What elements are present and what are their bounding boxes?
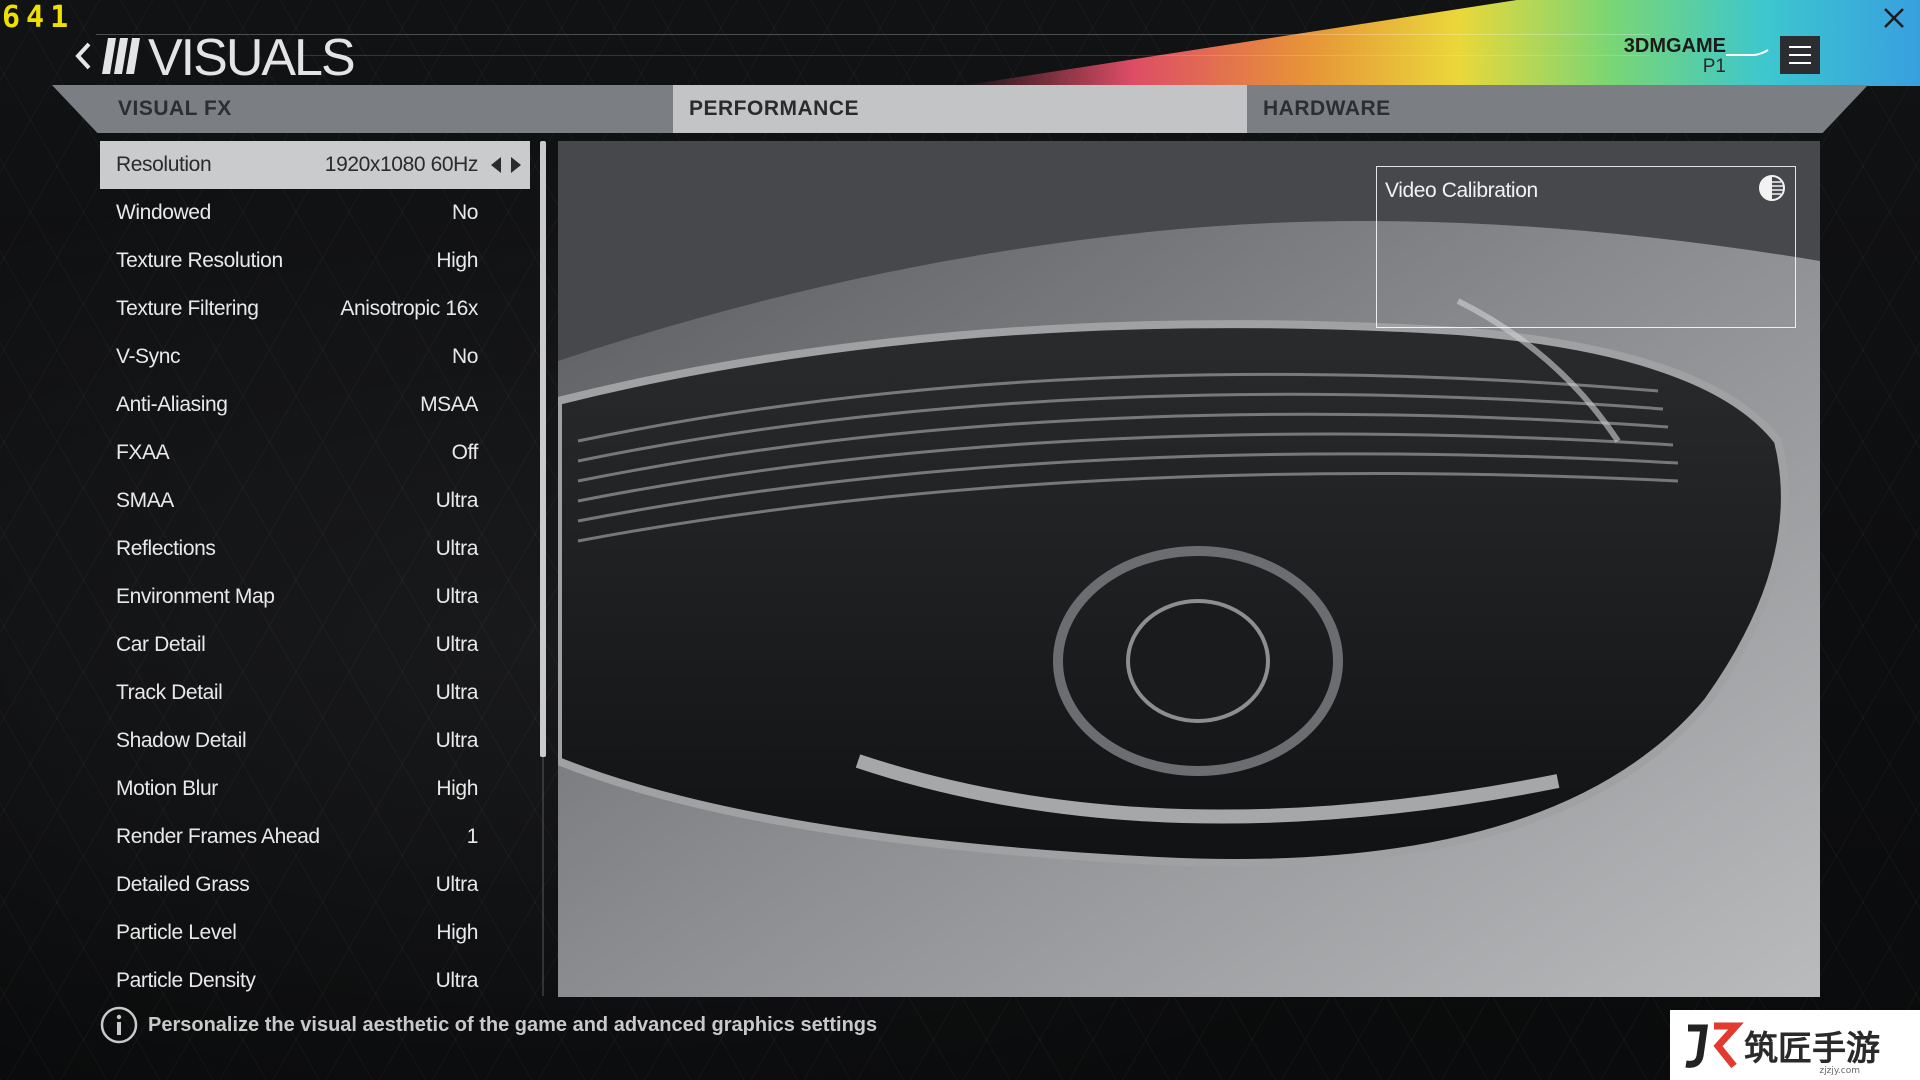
setting-row-smaa[interactable]: SMAA Ultra xyxy=(100,477,530,525)
profile-name: 3DMGAME xyxy=(1623,35,1726,57)
setting-value: Ultra xyxy=(435,633,479,656)
close-icon[interactable] xyxy=(1880,4,1908,32)
setting-value: 1920x1080 60Hz xyxy=(324,153,479,176)
setting-value: MSAA xyxy=(420,393,478,416)
info-icon xyxy=(100,1006,138,1044)
setting-value: Off xyxy=(451,441,479,464)
footer-hint: Personalize the visual aesthetic of the … xyxy=(148,1014,878,1036)
setting-value: High xyxy=(436,249,478,272)
setting-label: Windowed xyxy=(116,201,211,224)
setting-label: FXAA xyxy=(116,441,170,464)
setting-label: Reflections xyxy=(116,537,216,560)
setting-value: Ultra xyxy=(435,489,479,512)
player-profile: 3DMGAME P1 xyxy=(1624,36,1726,78)
watermark-logo-icon xyxy=(1685,1022,1744,1069)
game-logo-icon xyxy=(102,38,140,74)
menu-button[interactable] xyxy=(1780,36,1820,74)
setting-label: Texture Filtering xyxy=(116,297,259,320)
setting-label: Particle Density xyxy=(116,969,256,992)
setting-value: High xyxy=(436,921,478,944)
settings-list: Resolution 1920x1080 60Hz Windowed No Te… xyxy=(100,141,530,1005)
car-maker-logo-icon xyxy=(1726,49,1769,56)
setting-row-detailed-grass[interactable]: Detailed Grass Ultra xyxy=(100,861,530,909)
setting-row-render-frames-ahead[interactable]: Render Frames Ahead 1 xyxy=(100,813,530,861)
setting-row-vsync[interactable]: V-Sync No xyxy=(100,333,530,381)
setting-row-windowed[interactable]: Windowed No xyxy=(100,189,530,237)
setting-label: Shadow Detail xyxy=(116,729,247,752)
setting-label: Particle Level xyxy=(116,921,237,944)
watermark-url: zjzjy.com xyxy=(1819,1066,1860,1076)
setting-value: Ultra xyxy=(435,729,479,752)
setting-value: Ultra xyxy=(435,969,479,992)
setting-row-track-detail[interactable]: Track Detail Ultra xyxy=(100,669,530,717)
arrow-right-icon[interactable] xyxy=(510,156,522,174)
setting-row-particle-density[interactable]: Particle Density Ultra xyxy=(100,957,530,1005)
video-calibration-label: Video Calibration xyxy=(1385,179,1538,202)
header-divider-secondary xyxy=(300,55,1650,56)
setting-row-particle-level[interactable]: Particle Level High xyxy=(100,909,530,957)
arrow-left-icon[interactable] xyxy=(490,156,502,174)
scrollbar-thumb[interactable] xyxy=(540,141,546,757)
setting-row-car-detail[interactable]: Car Detail Ultra xyxy=(100,621,530,669)
brightness-contrast-icon xyxy=(1759,175,1785,201)
setting-label: Texture Resolution xyxy=(116,249,283,272)
tab-performance[interactable]: PERFORMANCE xyxy=(673,85,1247,133)
setting-row-reflections[interactable]: Reflections Ultra xyxy=(100,525,530,573)
setting-value: Ultra xyxy=(435,537,479,560)
setting-row-environment-map[interactable]: Environment Map Ultra xyxy=(100,573,530,621)
setting-label: Track Detail xyxy=(116,681,223,704)
setting-row-resolution[interactable]: Resolution 1920x1080 60Hz xyxy=(100,141,530,189)
hamburger-icon xyxy=(1789,54,1811,56)
chevron-left-icon xyxy=(75,42,91,70)
setting-label: Resolution xyxy=(116,153,212,176)
setting-value: High xyxy=(436,777,478,800)
setting-value: No xyxy=(451,201,478,224)
setting-label: Render Frames Ahead xyxy=(116,825,320,848)
video-calibration-panel[interactable]: Video Calibration xyxy=(1376,166,1796,328)
back-button[interactable] xyxy=(66,36,100,76)
setting-row-fxaa[interactable]: FXAA Off xyxy=(100,429,530,477)
setting-value: Ultra xyxy=(435,585,479,608)
setting-label: V-Sync xyxy=(116,345,181,368)
setting-label: Car Detail xyxy=(116,633,206,656)
setting-row-anti-aliasing[interactable]: Anti-Aliasing MSAA xyxy=(100,381,530,429)
tab-hardware[interactable]: HARDWARE xyxy=(1247,85,1817,133)
setting-value: Anisotropic 16x xyxy=(340,297,478,320)
setting-label: Anti-Aliasing xyxy=(116,393,228,416)
setting-value: No xyxy=(451,345,478,368)
setting-label: Environment Map xyxy=(116,585,275,608)
setting-value: Ultra xyxy=(435,873,479,896)
setting-label: Detailed Grass xyxy=(116,873,250,896)
profile-car: P1 xyxy=(1702,56,1726,77)
page-title: VISUALS xyxy=(148,29,356,87)
setting-label: SMAA xyxy=(116,489,174,512)
hamburger-icon xyxy=(1789,46,1811,48)
fps-counter: 641 xyxy=(2,0,75,35)
watermark-text: 筑匠手游 xyxy=(1744,1028,1880,1069)
setting-label: Motion Blur xyxy=(116,777,218,800)
watermark: 筑匠手游 zjzjy.com xyxy=(1670,1010,1920,1080)
tab-visual-fx[interactable]: VISUAL FX xyxy=(102,85,672,133)
hamburger-icon xyxy=(1789,62,1811,64)
setting-row-texture-resolution[interactable]: Texture Resolution High xyxy=(100,237,530,285)
setting-value: 1 xyxy=(466,825,479,848)
setting-row-texture-filtering[interactable]: Texture Filtering Anisotropic 16x xyxy=(100,285,530,333)
setting-row-shadow-detail[interactable]: Shadow Detail Ultra xyxy=(100,717,530,765)
value-arrows xyxy=(490,141,522,189)
setting-row-motion-blur[interactable]: Motion Blur High xyxy=(100,765,530,813)
setting-value: Ultra xyxy=(435,681,479,704)
